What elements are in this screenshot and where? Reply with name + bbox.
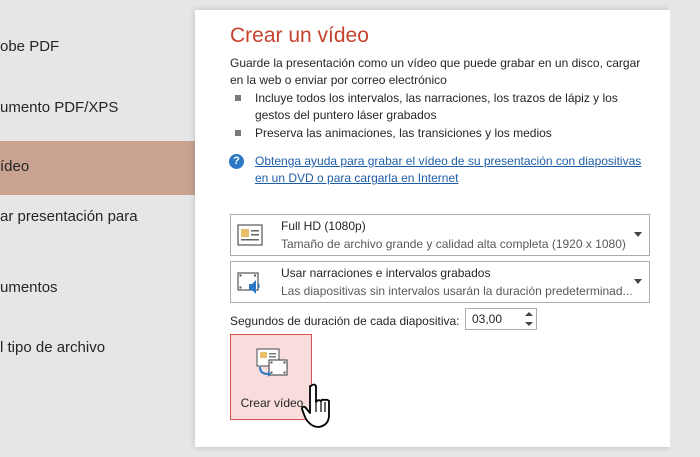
sidebar-item-video[interactable]: ídeo	[0, 141, 195, 195]
bullet-text: Preserva las animaciones, las transicion…	[255, 126, 552, 140]
presentation-quality-icon	[237, 224, 263, 246]
bullet-item: Preserva las animaciones, las transicion…	[235, 125, 665, 142]
sidebar-item-label: umentos	[0, 279, 58, 296]
create-video-panel: Crear un vídeo Guarde la presentación co…	[195, 10, 670, 447]
duration-stepper[interactable]	[465, 308, 537, 330]
sidebar-item-file-type[interactable]: l tipo de archivo	[0, 339, 195, 361]
help-question-icon[interactable]: ?	[229, 154, 244, 169]
sidebar-item-label: ídeo	[0, 158, 30, 175]
chevron-down-icon	[634, 279, 642, 284]
bullet-square-icon	[235, 130, 241, 136]
sidebar-item-label: obe PDF	[0, 38, 60, 55]
duration-label: Segundos de duración de cada diapositiva…	[230, 314, 460, 328]
film-speaker-icon	[237, 272, 260, 294]
sidebar-item-pdf-xps[interactable]: umento PDF/XPS	[0, 99, 195, 121]
duration-input[interactable]	[466, 309, 522, 329]
bullet-square-icon	[235, 95, 241, 101]
panel-description: Guarde la presentación como un vídeo que…	[230, 56, 641, 87]
sidebar-item-package-presentation[interactable]: ar presentación para	[0, 208, 195, 230]
sidebar-item-label: l tipo de archivo	[0, 339, 106, 356]
right-gutter	[670, 0, 700, 457]
chevron-down-icon	[634, 232, 642, 237]
spin-up-icon[interactable]	[522, 309, 536, 319]
backstage-sidebar: obe PDF umento PDF/XPS ídeo ar presentac…	[0, 0, 195, 457]
bullet-item: Incluye todos los intervalos, las narrac…	[235, 90, 665, 124]
sidebar-item-label: umento PDF/XPS	[0, 99, 119, 116]
help-link[interactable]: Obtenga ayuda para grabar el vídeo de su…	[255, 153, 655, 187]
quality-dropdown[interactable]: Full HD (1080p) Tamaño de archivo grande…	[230, 214, 650, 256]
narration-dropdown[interactable]: Usar narraciones e intervalos grabados L…	[230, 261, 650, 303]
narration-label: Usar narraciones e intervalos grabados	[281, 266, 491, 280]
hand-pointer-icon	[301, 383, 330, 428]
narration-description: Las diapositivas sin intervalos usarán l…	[281, 284, 633, 298]
spin-down-icon[interactable]	[522, 319, 536, 329]
sidebar-item-documents[interactable]: umentos	[0, 279, 195, 301]
sidebar-item-label: ar presentación para	[0, 208, 138, 225]
create-video-button[interactable]: Crear vídeo	[230, 334, 312, 420]
bullet-text: Incluye todos los intervalos, las narrac…	[255, 91, 618, 122]
quality-description: Tamaño de archivo grande y calidad alta …	[281, 237, 626, 251]
sidebar-item-pdf[interactable]: obe PDF	[0, 38, 195, 60]
quality-label: Full HD (1080p)	[281, 219, 366, 233]
create-video-icon	[256, 348, 288, 377]
page-title: Crear un vídeo	[230, 24, 369, 47]
